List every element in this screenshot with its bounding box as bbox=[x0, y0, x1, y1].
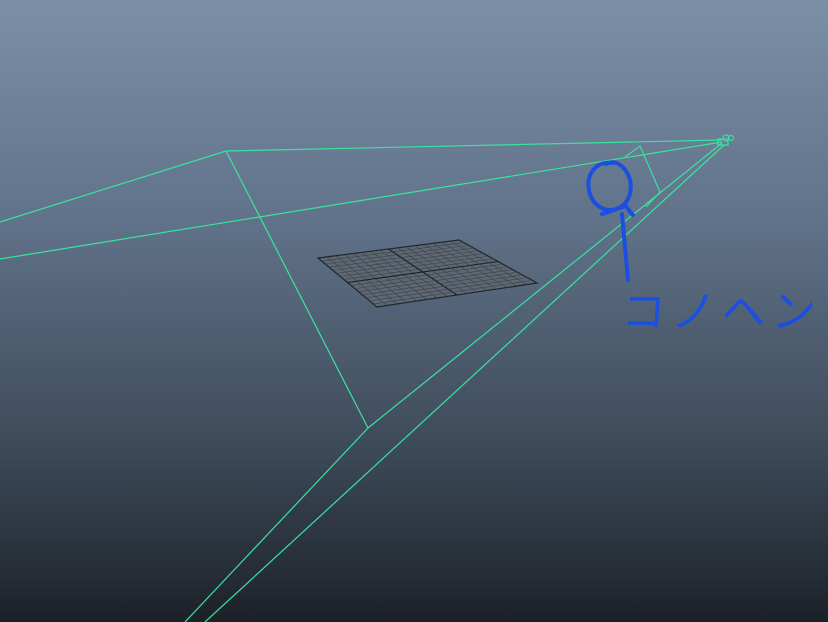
annotation-label: コノヘン bbox=[619, 287, 824, 338]
frustum-edge-lower-left-b bbox=[204, 144, 725, 622]
annotation-arrow-shaft bbox=[620, 212, 630, 282]
grid-plane bbox=[316, 239, 539, 308]
frustum-edge-upper-left bbox=[0, 150, 227, 223]
hand-drawn-pointer-icon bbox=[586, 160, 635, 282]
annotation-circle bbox=[586, 160, 633, 212]
frustum-edge-vertical bbox=[225, 150, 369, 429]
frustum-edge-mid bbox=[0, 141, 723, 260]
ground-grid[interactable] bbox=[316, 239, 539, 308]
frustum-edge-lower-left-a bbox=[184, 427, 369, 622]
camera-frustum[interactable] bbox=[0, 139, 725, 622]
frustum-edge-top bbox=[225, 139, 723, 152]
3d-viewport[interactable]: コノヘン bbox=[0, 0, 828, 622]
